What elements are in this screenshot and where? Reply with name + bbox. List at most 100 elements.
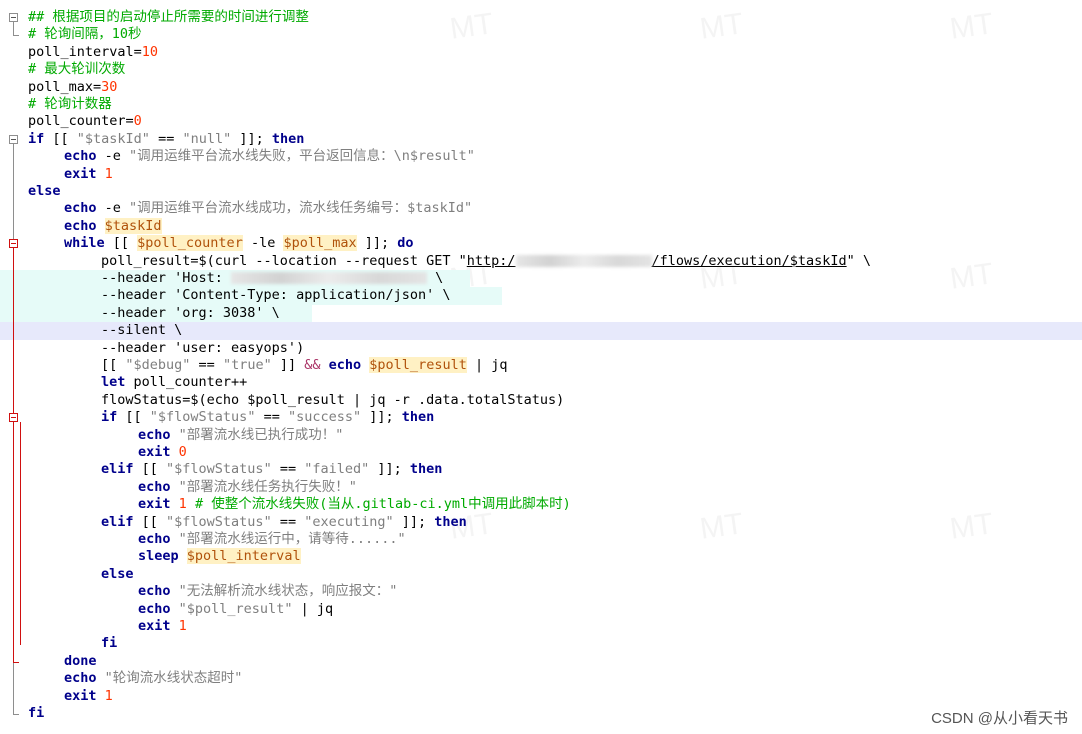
code-line[interactable]: echo "部署流水线任务执行失败！"	[0, 479, 1082, 496]
keyword: echo	[328, 357, 362, 373]
number-literal: 1	[178, 496, 187, 513]
keyword: while	[64, 235, 105, 252]
keyword: echo	[64, 148, 97, 165]
code-text: ==	[190, 357, 223, 373]
code-line[interactable]: echo -e "调用运维平台流水线失败，平台返回信息：\n$result"	[0, 148, 1082, 165]
code-line[interactable]: fi	[0, 705, 1082, 722]
string-literal: "调用运维平台流水线失败，平台返回信息：\n$result"	[129, 148, 475, 165]
code-text: | jq	[292, 600, 334, 617]
fold-toggle-icon[interactable]	[9, 413, 18, 422]
code-line[interactable]: exit 1 # 使整个流水线失败(当从.gitlab-ci.yml中调用此脚本…	[0, 496, 1082, 513]
code-text: ==	[271, 461, 305, 478]
code-line[interactable]: fi	[0, 635, 1082, 652]
keyword: else	[28, 183, 61, 199]
fold-guide-end	[13, 35, 19, 36]
code-line[interactable]: echo -e "调用运维平台流水线成功，流水线任务编号：$taskId"	[0, 200, 1082, 217]
comment: # 轮询间隔，10秒	[28, 26, 142, 43]
code-text: poll_counter++	[125, 374, 248, 391]
string-literal: "$poll_result"	[178, 600, 293, 617]
code-line[interactable]: echo "部署流水线运行中，请等待......"	[0, 531, 1082, 548]
keyword: echo	[64, 670, 97, 687]
string-literal: "部署流水线任务执行失败！"	[178, 478, 357, 495]
code-line[interactable]: done	[0, 653, 1082, 670]
code-text: -e	[96, 148, 130, 165]
code-line[interactable]: flowStatus=$(echo $poll_result | jq -r .…	[0, 392, 1082, 409]
number-literal: 10	[141, 43, 159, 60]
code-line[interactable]: else	[0, 566, 1082, 583]
code-line[interactable]: if [[ "$taskId" == "null" ]]; then	[0, 131, 1082, 148]
code-line[interactable]: poll_interval=10	[0, 44, 1082, 61]
code-line[interactable]: echo "$poll_result" | jq	[0, 601, 1082, 618]
code-editor[interactable]: MT MT MT MT MT MT MT MT MT ## 根据项目的启动停止所…	[0, 0, 1082, 734]
code-text: --silent \	[101, 322, 183, 339]
code-text: ]];	[369, 461, 410, 478]
fold-toggle-icon[interactable]	[9, 135, 18, 144]
variable: $taskId	[104, 217, 162, 234]
keyword: if	[28, 130, 45, 147]
code-line[interactable]: echo "部署流水线已执行成功！"	[0, 427, 1082, 444]
fold-toggle-icon[interactable]	[9, 239, 18, 248]
code-line[interactable]: if [[ "$flowStatus" == "success" ]]; the…	[0, 409, 1082, 426]
string-literal: "true"	[222, 357, 272, 373]
code-line[interactable]: # 最大轮训次数	[0, 61, 1082, 78]
keyword: done	[64, 652, 97, 669]
code-line[interactable]: --header 'user: easyops')	[0, 340, 1082, 357]
code-line[interactable]: elif [[ "$flowStatus" == "failed" ]]; th…	[0, 461, 1082, 478]
code-line[interactable]: --header 'Host: \	[0, 270, 470, 288]
number-literal: 30	[101, 78, 118, 95]
redacted-host	[515, 254, 652, 267]
code-line[interactable]: # 轮询间隔，10秒	[0, 26, 1082, 43]
code-text: flowStatus=$(echo $poll_result | jq -r .…	[101, 391, 565, 408]
code-line[interactable]: else	[0, 183, 1082, 200]
code-line[interactable]: --header 'Content-Type: application/json…	[0, 287, 502, 305]
string-literal: "$flowStatus"	[166, 461, 272, 478]
keyword: elif	[101, 461, 134, 478]
code-text: ==	[255, 409, 288, 426]
code-line[interactable]: exit 1	[0, 166, 1082, 183]
code-line[interactable]: echo "无法解析流水线状态，响应报文："	[0, 583, 1082, 600]
code-line[interactable]: exit 0	[0, 444, 1082, 461]
code-text: ]];	[361, 409, 402, 426]
variable: $poll_max	[283, 235, 357, 252]
keyword: then	[271, 130, 305, 147]
code-line[interactable]: [[ "$debug" == "true" ]] && echo $poll_r…	[0, 357, 1082, 374]
code-line[interactable]: echo "轮询流水线状态超时"	[0, 670, 1082, 687]
keyword: then	[434, 513, 467, 530]
code-line[interactable]: while [[ $poll_counter -le $poll_max ]];…	[0, 235, 1082, 252]
code-text: poll_result=$(curl --location --request …	[101, 252, 467, 269]
fold-toggle-icon[interactable]	[9, 13, 18, 22]
code-line[interactable]: poll_result=$(curl --location --request …	[0, 253, 1082, 270]
keyword: echo	[64, 217, 97, 234]
code-line[interactable]: let poll_counter++	[0, 374, 1082, 391]
code-text: -e	[96, 200, 130, 217]
code-line[interactable]: sleep $poll_interval	[0, 548, 1082, 565]
code-text: | jq	[466, 357, 508, 373]
code-line[interactable]: # 轮询计数器	[0, 96, 1082, 113]
code-line[interactable]: echo $taskId	[0, 217, 1082, 235]
code-text: ==	[271, 513, 305, 530]
string-literal: "$flowStatus"	[149, 409, 256, 426]
code-line[interactable]: poll_max=30	[0, 79, 1082, 96]
code-line[interactable]: ## 根据项目的启动停止所需要的时间进行调整	[0, 9, 1082, 26]
code-line[interactable]: exit 1	[0, 618, 1082, 635]
code-text: [[	[44, 130, 77, 147]
assignment: poll_interval=	[28, 43, 142, 60]
code-text: " \	[846, 252, 871, 269]
code-text: [[	[133, 461, 167, 478]
keyword: exit	[64, 687, 97, 704]
comment: # 最大轮训次数	[28, 61, 126, 78]
code-text: ]];	[393, 513, 435, 530]
code-line[interactable]: poll_counter=0	[0, 113, 1082, 130]
redacted-host	[231, 272, 428, 284]
code-line[interactable]: elif [[ "$flowStatus" == "executing" ]];…	[0, 514, 1082, 531]
keyword: echo	[138, 531, 171, 547]
code-line-current[interactable]: --silent \	[0, 322, 1082, 340]
keyword: sleep	[138, 548, 179, 565]
keyword: echo	[138, 600, 171, 617]
code-line[interactable]: exit 1	[0, 688, 1082, 705]
keyword: exit	[64, 165, 97, 182]
code-line[interactable]: --header 'org: 3038' \	[0, 304, 312, 323]
code-text: ]];	[231, 130, 272, 147]
number-literal: 0	[178, 444, 187, 460]
number-literal: 1	[104, 165, 113, 182]
